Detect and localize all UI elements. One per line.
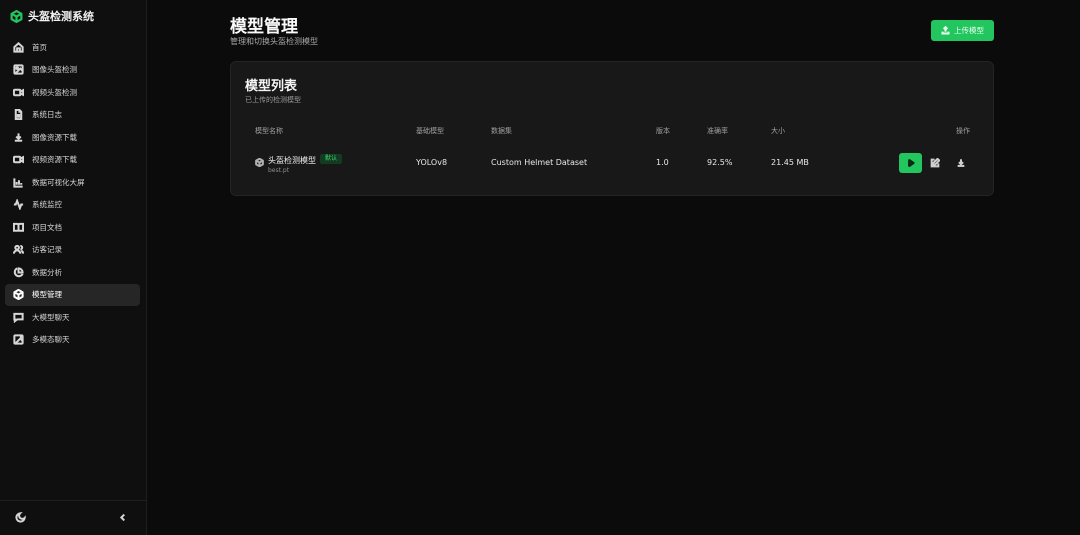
sidebar-item-label: 项目文档 — [32, 222, 62, 232]
pie-chart-icon — [13, 267, 24, 278]
sidebar-item-image-detection[interactable]: 图像头盔检测 — [5, 59, 140, 82]
card-title: 模型列表 — [245, 79, 298, 94]
activate-model-button[interactable] — [899, 153, 922, 173]
sidebar-item-label: 数据分析 — [32, 267, 62, 277]
sidebar-item-label: 首页 — [32, 42, 47, 52]
bar-chart-icon — [13, 177, 24, 188]
cell-dataset: Custom Helmet Dataset — [491, 158, 588, 167]
sidebar-item-label: 图像资源下载 — [32, 132, 77, 142]
cell-version: 1.0 — [656, 158, 669, 167]
sidebar-item-label: 数据可视化大屏 — [32, 177, 85, 187]
sidebar-item-model-management[interactable]: 模型管理 — [5, 283, 140, 306]
card-subtitle: 已上传的检测模型 — [245, 96, 301, 104]
cube-logo-icon — [10, 10, 23, 23]
sidebar-item-label: 多模态聊天 — [32, 335, 70, 345]
sidebar-item-label: 系统日志 — [32, 110, 62, 120]
sidebar-item-label: 系统监控 — [32, 200, 62, 210]
column-header-name: 模型名称 — [255, 127, 283, 135]
upload-model-label: 上传模型 — [954, 26, 984, 35]
sidebar-item-docs[interactable]: 项目文档 — [5, 216, 140, 239]
cell-accuracy: 92.5% — [707, 158, 733, 167]
message-icon — [13, 312, 24, 323]
download-icon[interactable] — [956, 158, 966, 168]
cell-base-model: YOLOv8 — [416, 158, 448, 167]
cube-icon — [13, 289, 24, 300]
sidebar-item-multimodal-chat[interactable]: 多模态聊天 — [5, 329, 140, 352]
page-subtitle: 管理和切换头盔检测模型 — [230, 37, 318, 46]
sidebar-item-label: 大模型聊天 — [32, 312, 70, 322]
sidebar-item-label: 访客记录 — [32, 245, 62, 255]
sidebar-nav: 首页 图像头盔检测 视频头盔检测 系统日志 图像资源下载 视频资源下载 数据可视… — [5, 36, 140, 351]
sidebar-item-video-download[interactable]: 视频资源下载 — [5, 149, 140, 172]
chevron-left-icon[interactable] — [118, 512, 128, 523]
column-header-accuracy: 准确率 — [707, 127, 728, 135]
activity-icon — [13, 199, 24, 210]
video-icon — [13, 87, 24, 98]
model-name: 头盔检测模型 — [268, 156, 316, 165]
file-text-icon — [13, 109, 24, 120]
app-title: 头盔检测系统 — [28, 10, 94, 23]
sidebar-item-home[interactable]: 首页 — [5, 36, 140, 59]
column-header-dataset: 数据集 — [491, 127, 512, 135]
home-icon — [13, 42, 24, 53]
page-title: 模型管理 — [230, 17, 298, 37]
image-icon — [13, 64, 24, 75]
sidebar: 头盔检测系统 首页 图像头盔检测 视频头盔检测 系统日志 图像资源下载 视频资源… — [0, 0, 147, 535]
sidebar-item-label: 图像头盔检测 — [32, 65, 77, 75]
sidebar-item-label: 视频资源下载 — [32, 155, 77, 165]
video-icon — [13, 154, 24, 165]
upload-icon — [941, 26, 950, 35]
column-header-size: 大小 — [771, 127, 785, 135]
sidebar-item-monitor[interactable]: 系统监控 — [5, 194, 140, 217]
moon-icon[interactable] — [15, 512, 26, 523]
sidebar-item-label: 模型管理 — [32, 290, 62, 300]
column-header-base-model: 基础模型 — [416, 127, 444, 135]
book-icon — [13, 222, 24, 233]
sidebar-item-image-download[interactable]: 图像资源下载 — [5, 126, 140, 149]
sidebar-item-label: 视频头盔检测 — [32, 87, 77, 97]
sidebar-item-dashboard[interactable]: 数据可视化大屏 — [5, 171, 140, 194]
play-icon — [907, 159, 915, 167]
cube-icon — [255, 158, 264, 167]
sidebar-footer — [0, 500, 146, 535]
upload-model-button[interactable]: 上传模型 — [931, 20, 994, 41]
sidebar-item-analysis[interactable]: 数据分析 — [5, 261, 140, 284]
sidebar-item-llm-chat[interactable]: 大模型聊天 — [5, 306, 140, 329]
sidebar-item-system-log[interactable]: 系统日志 — [5, 104, 140, 127]
model-list-card: 模型列表 已上传的检测模型 模型名称 基础模型 数据集 版本 准确率 大小 操作… — [230, 61, 994, 196]
column-header-actions: 操作 — [956, 127, 970, 135]
download-icon — [13, 132, 24, 143]
app-brand[interactable]: 头盔检测系统 — [10, 8, 94, 24]
model-file: best.pt — [268, 167, 290, 174]
cell-size: 21.45 MB — [771, 158, 809, 167]
edit-icon[interactable] — [930, 158, 940, 168]
users-icon — [13, 244, 24, 255]
default-badge: 默认 — [320, 154, 343, 164]
sidebar-item-visitors[interactable]: 访客记录 — [5, 239, 140, 262]
image-plus-icon — [13, 334, 24, 345]
column-header-version: 版本 — [656, 127, 670, 135]
sidebar-item-video-detection[interactable]: 视频头盔检测 — [5, 81, 140, 104]
